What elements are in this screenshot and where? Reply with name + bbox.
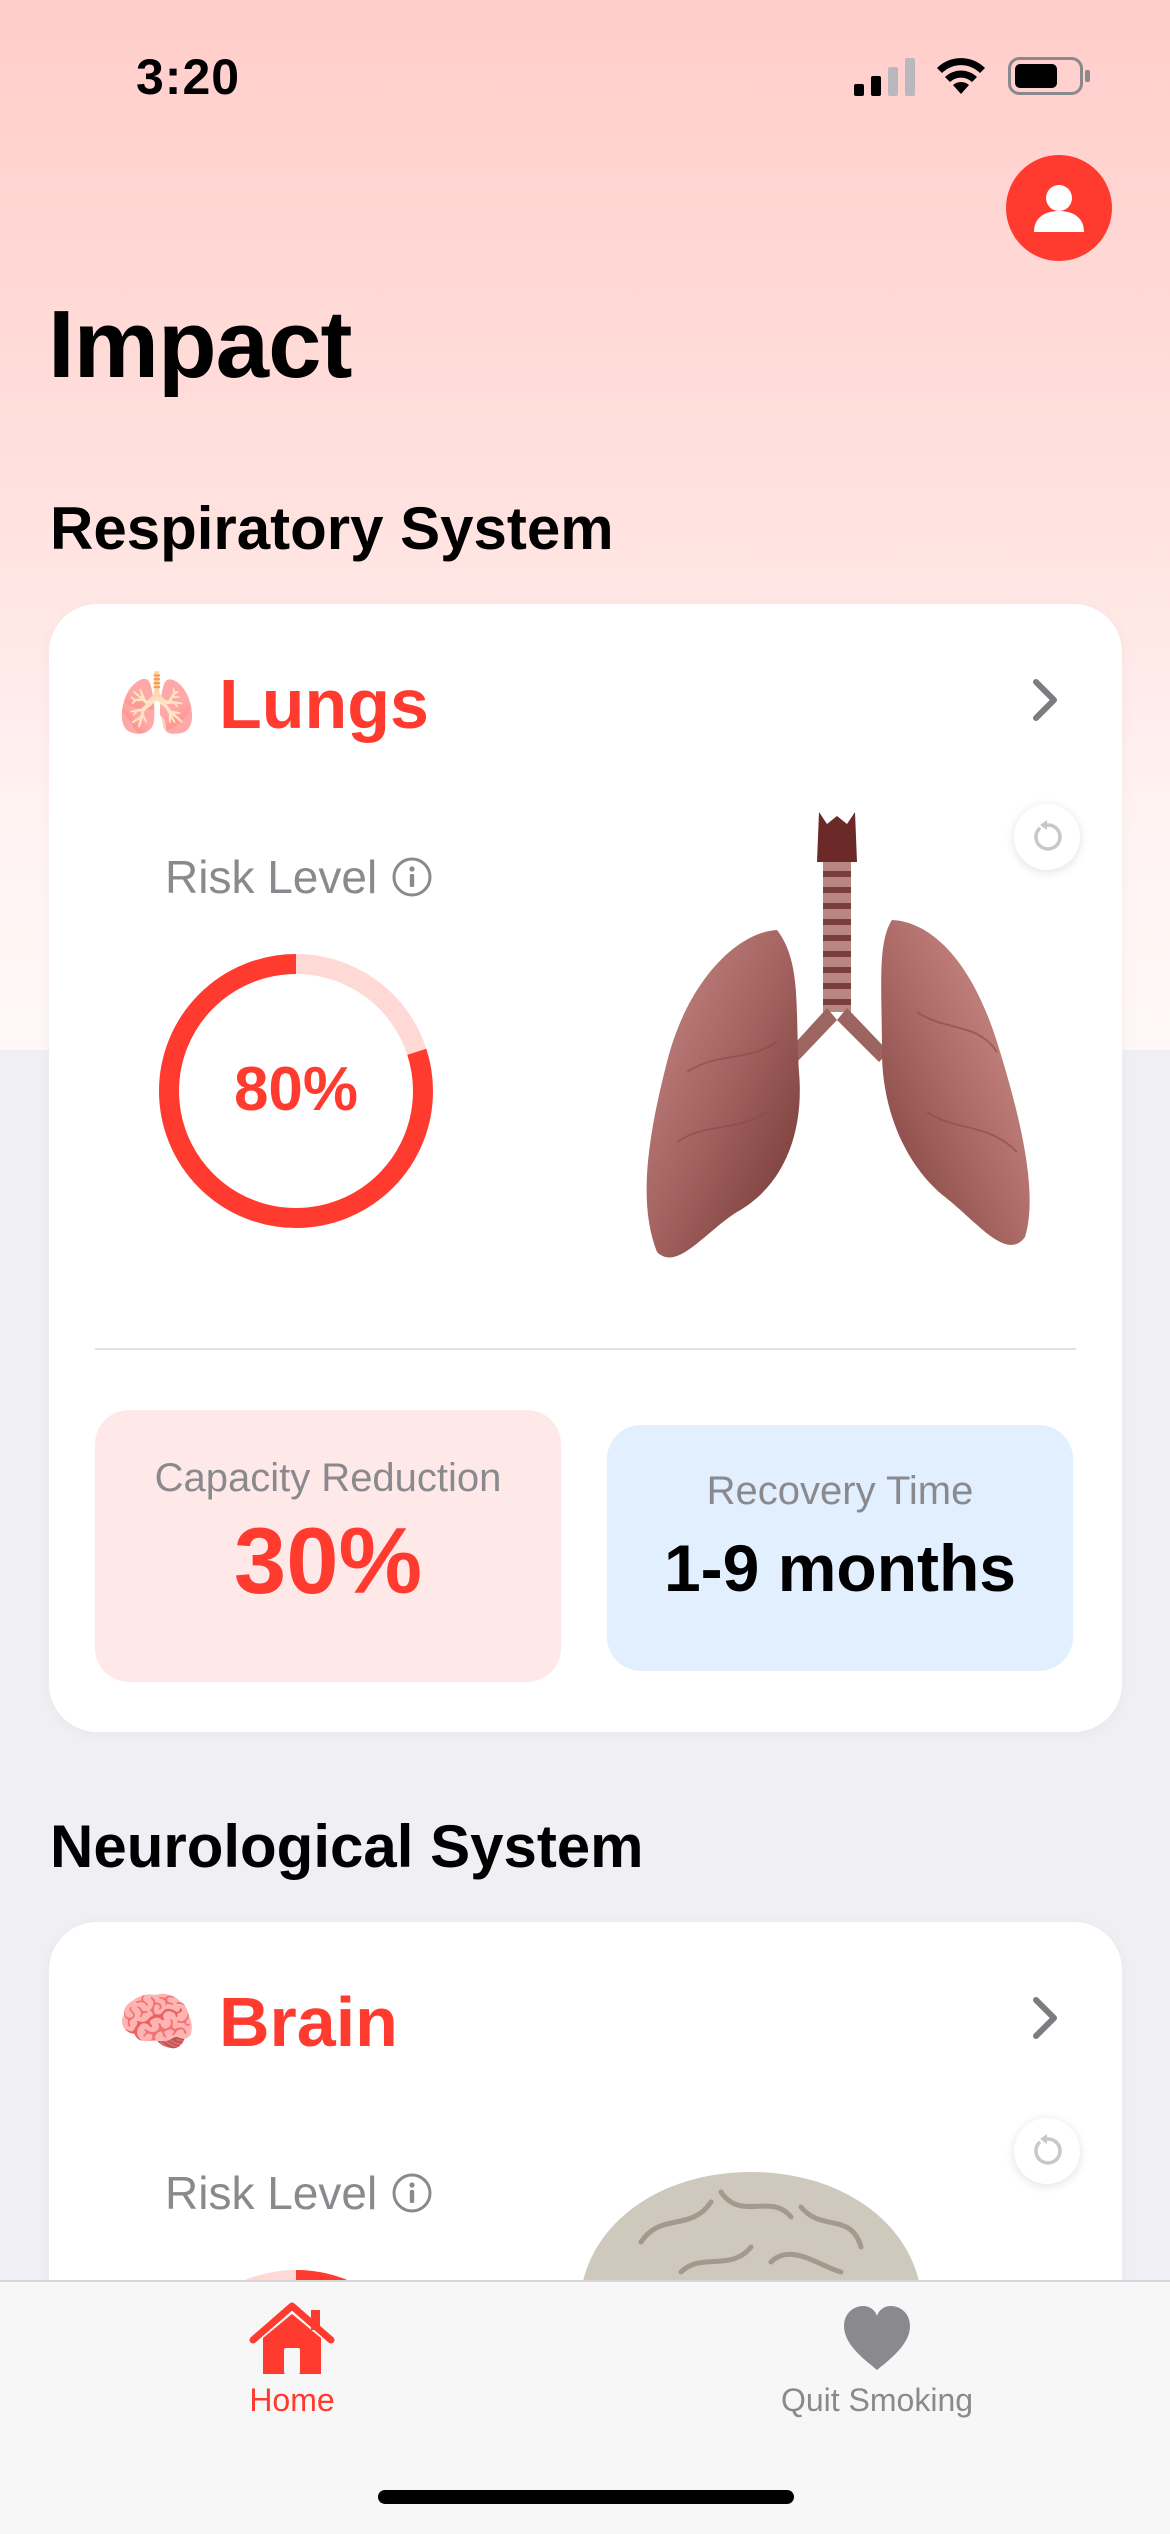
lungs-emoji-icon: 🫁 bbox=[117, 668, 197, 740]
lungs-card[interactable]: 🫁 Lungs Risk Level 80% Capacity Reductio… bbox=[49, 604, 1122, 1732]
tab-quit-smoking-label: Quit Smoking bbox=[780, 2382, 974, 2418]
status-bar: 3:20 bbox=[0, 0, 1170, 150]
rotate-reset-button[interactable] bbox=[1014, 2118, 1080, 2184]
heart-icon bbox=[844, 2306, 910, 2370]
organ-name-lungs: Lungs bbox=[219, 665, 429, 743]
battery-icon bbox=[1008, 57, 1090, 95]
capacity-reduction-label: Capacity Reduction bbox=[154, 1456, 502, 1500]
house-icon bbox=[249, 2302, 335, 2374]
person-icon bbox=[1034, 185, 1084, 232]
info-icon[interactable] bbox=[391, 856, 433, 898]
risk-level-label: Risk Level bbox=[165, 2166, 433, 2220]
capacity-reduction-box: Capacity Reduction 30% bbox=[95, 1410, 561, 1682]
info-icon[interactable] bbox=[391, 2172, 433, 2214]
rotate-icon bbox=[1034, 2134, 1062, 2165]
recovery-time-value: 1-9 months bbox=[663, 1531, 1017, 1605]
recovery-time-box: Recovery Time 1-9 months bbox=[607, 1425, 1073, 1671]
card-divider bbox=[95, 1348, 1076, 1350]
lungs-3d-model[interactable] bbox=[627, 812, 1047, 1262]
home-indicator bbox=[378, 2490, 794, 2504]
profile-button[interactable] bbox=[1006, 155, 1112, 261]
chevron-right-icon[interactable] bbox=[1030, 1994, 1060, 2042]
section-title-respiratory: Respiratory System bbox=[50, 495, 614, 562]
chevron-right-icon[interactable] bbox=[1030, 676, 1060, 724]
cellular-signal-icon bbox=[854, 58, 915, 96]
section-title-neurological: Neurological System bbox=[50, 1813, 644, 1880]
risk-level-text: Risk Level bbox=[165, 2167, 378, 2219]
page-title: Impact bbox=[48, 291, 352, 398]
tab-home[interactable]: Home bbox=[142, 2302, 442, 2419]
risk-level-text: Risk Level bbox=[165, 851, 378, 903]
brain-emoji-icon: 🧠 bbox=[117, 1986, 197, 2058]
risk-percentage: 80% bbox=[233, 1055, 359, 1124]
brain-3d-model[interactable] bbox=[561, 2172, 941, 2292]
recovery-time-label: Recovery Time bbox=[706, 1469, 974, 1513]
wifi-icon bbox=[937, 58, 985, 94]
status-time: 3:20 bbox=[136, 49, 241, 105]
capacity-reduction-value: 30% bbox=[233, 1508, 423, 1613]
organ-name-brain: Brain bbox=[219, 1983, 398, 2061]
risk-level-label: Risk Level bbox=[165, 850, 433, 904]
tab-home-label: Home bbox=[249, 2382, 335, 2418]
tab-quit-smoking[interactable]: Quit Smoking bbox=[727, 2302, 1027, 2419]
